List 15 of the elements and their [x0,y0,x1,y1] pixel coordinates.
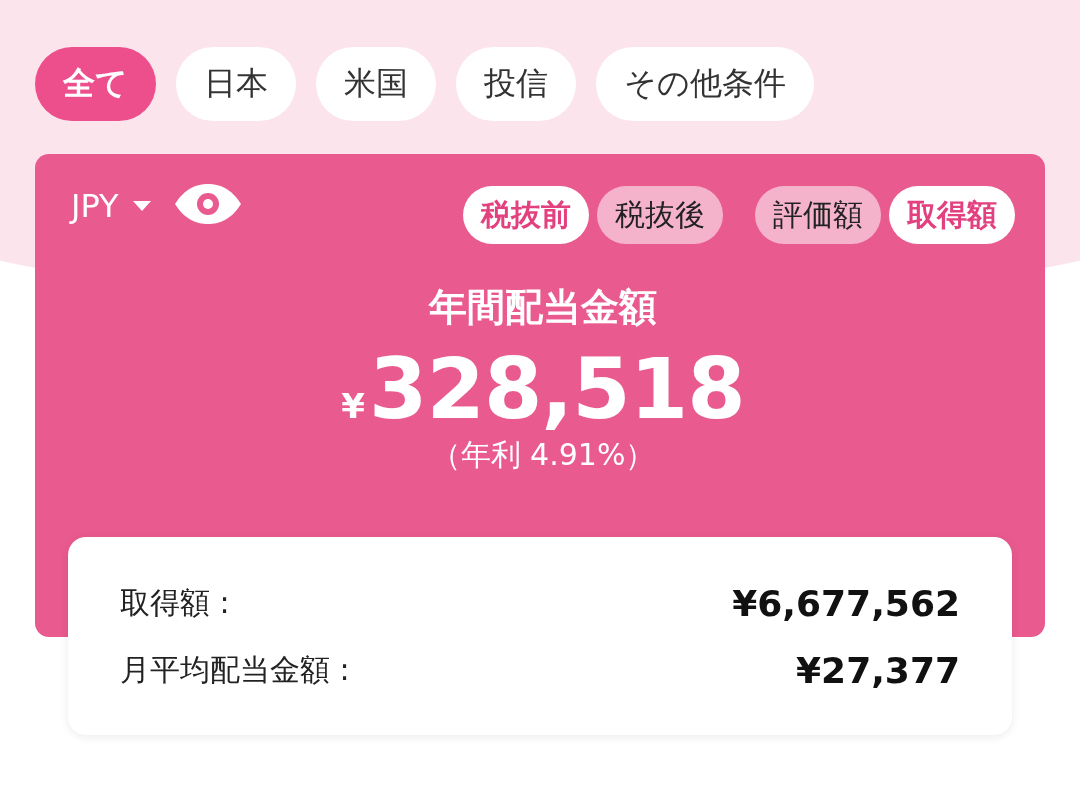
tax-toggle[interactable]: 税抜前 [463,186,589,244]
summary-value: ¥27,377 [796,650,960,691]
dividend-amount: 328,518 [369,347,745,431]
summary-label: 月平均配当金額 : [120,651,350,689]
tax-toggle[interactable]: 税抜後 [597,186,723,244]
currency-symbol: ¥ [341,386,366,426]
basis-toggle[interactable]: 評価額 [755,186,881,244]
eye-icon[interactable] [174,184,241,224]
summary-label: 取得額 : [120,584,230,622]
filter-chip[interactable]: その他条件 [596,47,814,121]
yield-text: （年利 4.91%） [430,436,656,474]
summary-value: ¥6,677,562 [732,583,960,624]
basis-toggle[interactable]: 取得額 [889,186,1015,244]
caret-icon [132,201,151,211]
card-title: 年間配当金額 [429,284,657,331]
